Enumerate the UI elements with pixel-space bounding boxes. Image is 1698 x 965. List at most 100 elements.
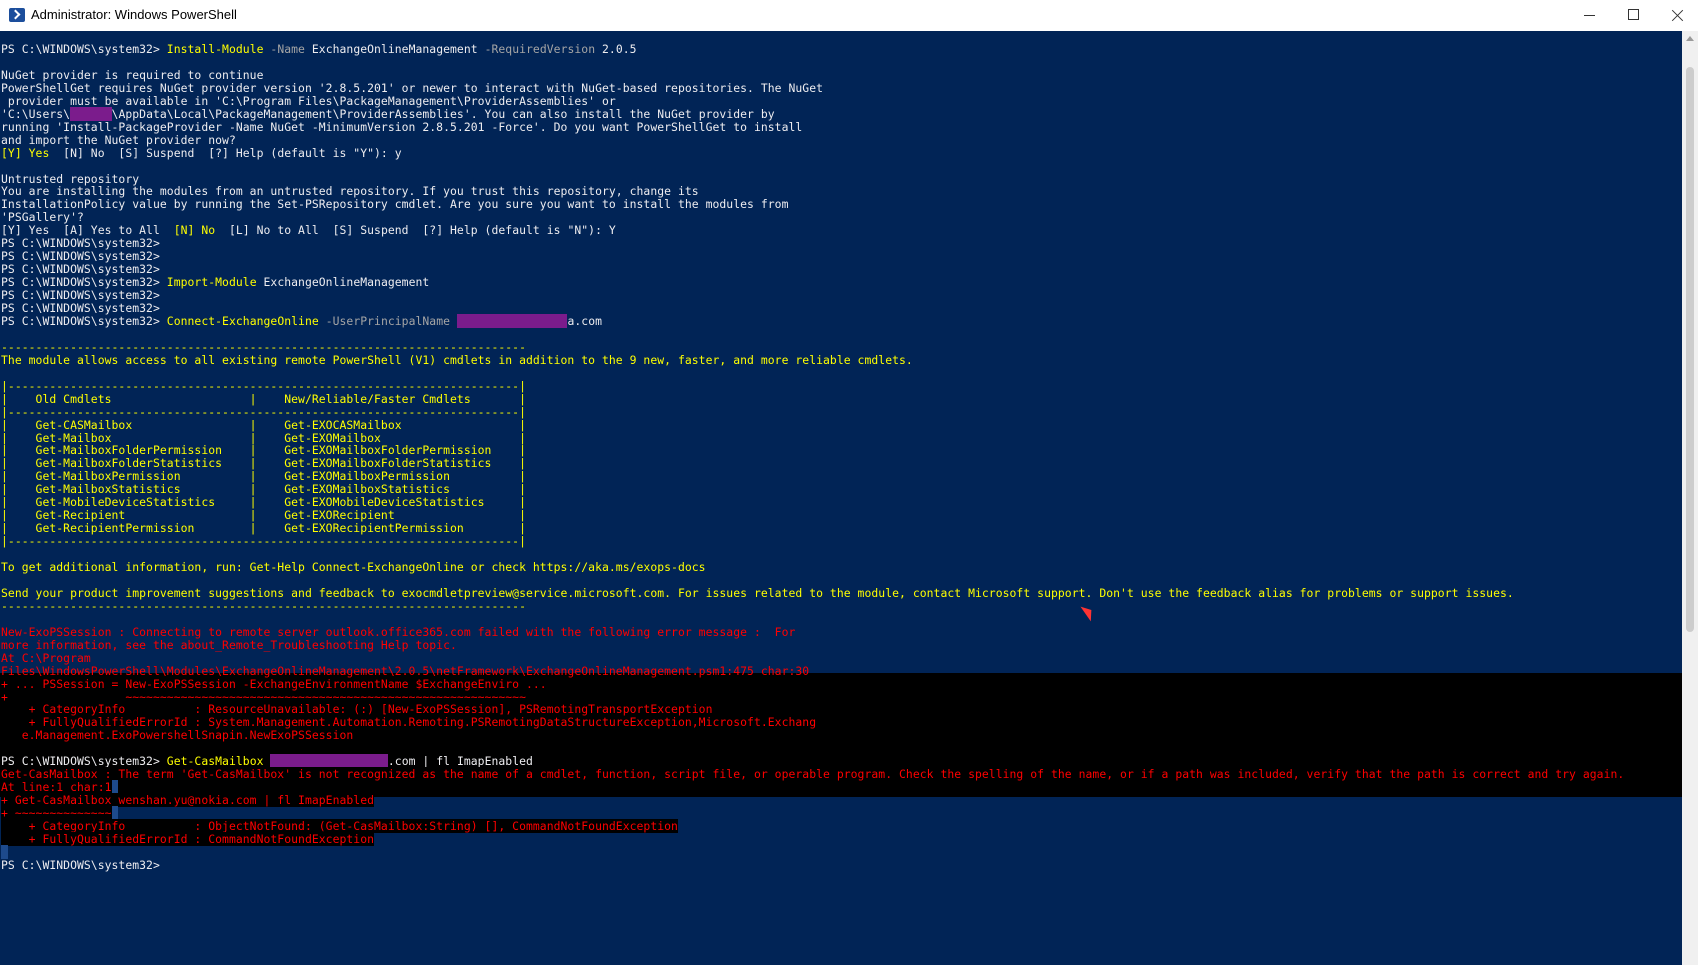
console-text: running 'Install-PackageProvider -Name N… bbox=[1, 119, 803, 134]
vertical-scrollbar[interactable] bbox=[1682, 31, 1698, 965]
console-text: e.Management.ExoPowershellSnapin.NewExoP… bbox=[1, 728, 354, 743]
console-text: + CategoryInfo : ObjectNotFound: (Get-Ca… bbox=[1, 819, 678, 833]
console-text: + ~~~~~~~~~~~~~~~~~~~~~~~~~~~~~~~~~~~~~~… bbox=[1, 689, 526, 704]
console-text: PowerShellGet requires NuGet provider ve… bbox=[1, 80, 824, 95]
console-line: ----------------------------------------… bbox=[1, 599, 526, 613]
console-text: | Get-MailboxFolderStatistics | Get-EXOM… bbox=[1, 456, 526, 471]
console-text: | Get-MailboxFolderPermission | Get-EXOM… bbox=[1, 443, 526, 458]
console-text: | Get-MailboxPermission | Get-EXOMailbox… bbox=[1, 469, 526, 484]
title-bar[interactable]: Administrator: Windows PowerShell bbox=[0, 0, 1698, 32]
console-text: \AppData\Local\PackageManagement\Provide… bbox=[111, 106, 775, 121]
console-line: + CategoryInfo : ObjectNotFound: (Get-Ca… bbox=[1, 819, 678, 833]
console-line: running 'Install-PackageProvider -Name N… bbox=[1, 120, 802, 134]
console-text: + CategoryInfo : ResourceUnavailable: (:… bbox=[1, 702, 713, 717]
console-line: | Get-CASMailbox | Get-EXOCASMailbox | bbox=[1, 418, 526, 432]
console-text bbox=[1, 844, 8, 859]
console-text: PS C:\WINDOWS\system32> bbox=[1, 249, 160, 264]
console-line: Send your product improvement suggestion… bbox=[1, 586, 1514, 600]
console-line: e.Management.ExoPowershellSnapin.NewExoP… bbox=[1, 728, 354, 743]
console-line: + FullyQualifiedErrorId : System.Managem… bbox=[1, 715, 816, 729]
console-line: [Y] Yes [A] Yes to All [N] No [L] No to … bbox=[1, 223, 616, 237]
close-button[interactable] bbox=[1655, 0, 1698, 31]
console-line: provider must be available in 'C:\Progra… bbox=[1, 94, 616, 108]
console-text: -UserPrincipalName bbox=[318, 313, 457, 328]
console-text: 'PSGallery'? bbox=[1, 210, 84, 225]
console-text: PS C:\WINDOWS\system32> bbox=[1, 301, 160, 315]
console-text: At line:1 char:1 bbox=[1, 780, 112, 795]
console-text: | Get-Mailbox | Get-EXOMailbox | bbox=[1, 430, 526, 445]
console-text: New-ExoPSSession : Connecting to remote … bbox=[1, 624, 796, 639]
console-text: + FullyQualifiedErrorId : CommandNotFoun… bbox=[1, 831, 375, 846]
console-text: PS C:\WINDOWS\system32> bbox=[1, 275, 167, 290]
console-line: New-ExoPSSession : Connecting to remote … bbox=[1, 625, 795, 639]
console-text: | Get-MobileDeviceStatistics | Get-EXOMo… bbox=[1, 495, 526, 510]
console-text: [N] No [S] Suspend [?] Help (default is … bbox=[49, 145, 402, 160]
console-text: PS C:\WINDOWS\system32> bbox=[1, 313, 167, 328]
redacted-text: XXXXXX bbox=[70, 106, 112, 121]
console-text: | Get-RecipientPermission | Get-EXORecip… bbox=[1, 521, 526, 536]
console-line: PS C:\WINDOWS\system32> Get-CasMailbox X… bbox=[1, 754, 533, 769]
console-text: [Y] Yes [A] Yes to All bbox=[1, 223, 174, 238]
console-line: | Get-MailboxPermission | Get-EXOMailbox… bbox=[1, 469, 526, 483]
console-text: [L] No to All [S] Suspend [?] Help (defa… bbox=[215, 223, 616, 238]
console-line: PS C:\WINDOWS\system32> bbox=[1, 249, 160, 263]
console-line bbox=[1, 844, 8, 859]
console-text: [Y] Yes bbox=[1, 145, 50, 160]
console-text: NuGet provider is required to continue bbox=[1, 67, 264, 82]
console-text: + Get-CasMailbox wenshan.yu@nokia.com | … bbox=[1, 793, 375, 808]
console-text: -RequiredVersion bbox=[477, 42, 603, 56]
console-text: | Get-CASMailbox | Get-EXOCASMailbox | bbox=[1, 417, 526, 432]
console-line: | Old Cmdlets | New/Reliable/Faster Cmdl… bbox=[1, 392, 526, 406]
mouse-cursor-icon bbox=[1080, 602, 1097, 622]
console-line: [Y] Yes [N] No [S] Suspend [?] Help (def… bbox=[1, 146, 402, 160]
console-line: PS C:\WINDOWS\system32> Import-Module Ex… bbox=[1, 275, 429, 289]
console-line: + FullyQualifiedErrorId : CommandNotFoun… bbox=[1, 831, 375, 846]
console-line: + Get-CasMailbox wenshan.yu@nokia.com | … bbox=[1, 793, 375, 808]
console-line: PS C:\WINDOWS\system32> bbox=[1, 262, 160, 276]
console-line: NuGet provider is required to continue bbox=[1, 68, 264, 82]
console-text: Get-CasMailbox : The term 'Get-CasMailbo… bbox=[1, 767, 1625, 782]
console-text: Import-Module bbox=[166, 275, 257, 290]
console-line: | Get-MailboxFolderStatistics | Get-EXOM… bbox=[1, 456, 526, 470]
console-text: To get additional information, run: Get-… bbox=[1, 560, 706, 574]
console-output[interactable]: PS C:\WINDOWS\system32> Install-Module -… bbox=[0, 31, 1682, 965]
console-line: PowerShellGet requires NuGet provider ve… bbox=[1, 81, 823, 95]
console-text: ExchangeOnlineManagement bbox=[311, 42, 478, 56]
console-text: PS C:\WINDOWS\system32> bbox=[1, 42, 167, 56]
console-text: PS C:\WINDOWS\system32> bbox=[1, 754, 167, 769]
console-text bbox=[111, 780, 119, 795]
console-line: PS C:\WINDOWS\system32> bbox=[1, 858, 160, 872]
console-text: -Name bbox=[263, 42, 312, 56]
scroll-thumb[interactable] bbox=[1686, 67, 1694, 632]
scroll-up-arrow-icon[interactable] bbox=[1686, 36, 1694, 41]
console-line: At C:\Program bbox=[1, 651, 91, 665]
console-text: You are installing the modules from an u… bbox=[1, 184, 699, 199]
console-text: | Get-Recipient | Get-EXORecipient | bbox=[1, 508, 526, 523]
console-line: | Get-MailboxStatistics | Get-EXOMailbox… bbox=[1, 482, 526, 496]
console-text: PS C:\WINDOWS\system32> bbox=[1, 236, 160, 251]
console-text: PS C:\WINDOWS\system32> bbox=[1, 262, 160, 277]
console-line: You are installing the modules from an u… bbox=[1, 184, 699, 198]
console-text: + ~~~~~~~~~~~~~~ bbox=[1, 806, 112, 821]
console-text: Send your product improvement suggestion… bbox=[1, 585, 1514, 600]
console-line: | Get-MobileDeviceStatistics | Get-EXOMo… bbox=[1, 495, 526, 509]
console-text: ExchangeOnlineManagement bbox=[256, 275, 430, 290]
console-text: and import the NuGet provider now? bbox=[1, 132, 236, 147]
console-text bbox=[111, 806, 119, 821]
minimize-button[interactable] bbox=[1567, 0, 1613, 31]
console-text: .com | fl ImapEnabled bbox=[387, 754, 533, 769]
console-text: |---------------------------------------… bbox=[1, 404, 526, 419]
console-line: Untrusted repository bbox=[1, 172, 139, 186]
console-line: + ... PSSession = New-ExoPSSession -Exch… bbox=[1, 677, 547, 691]
console-line: The module allows access to all existing… bbox=[1, 353, 913, 367]
minimize-icon bbox=[1584, 15, 1595, 16]
console-text: a.com bbox=[567, 313, 603, 328]
console-line: To get additional information, run: Get-… bbox=[1, 560, 706, 574]
console-text: |---------------------------------------… bbox=[1, 534, 526, 549]
console-text: At C:\Program bbox=[1, 650, 91, 665]
console-text: 'C:\Users\ bbox=[1, 106, 71, 121]
console-text: The module allows access to all existing… bbox=[1, 352, 913, 367]
maximize-button[interactable] bbox=[1611, 0, 1657, 31]
console-line: | Get-Mailbox | Get-EXOMailbox | bbox=[1, 431, 526, 445]
console-text: PS C:\WINDOWS\system32> bbox=[1, 288, 160, 303]
